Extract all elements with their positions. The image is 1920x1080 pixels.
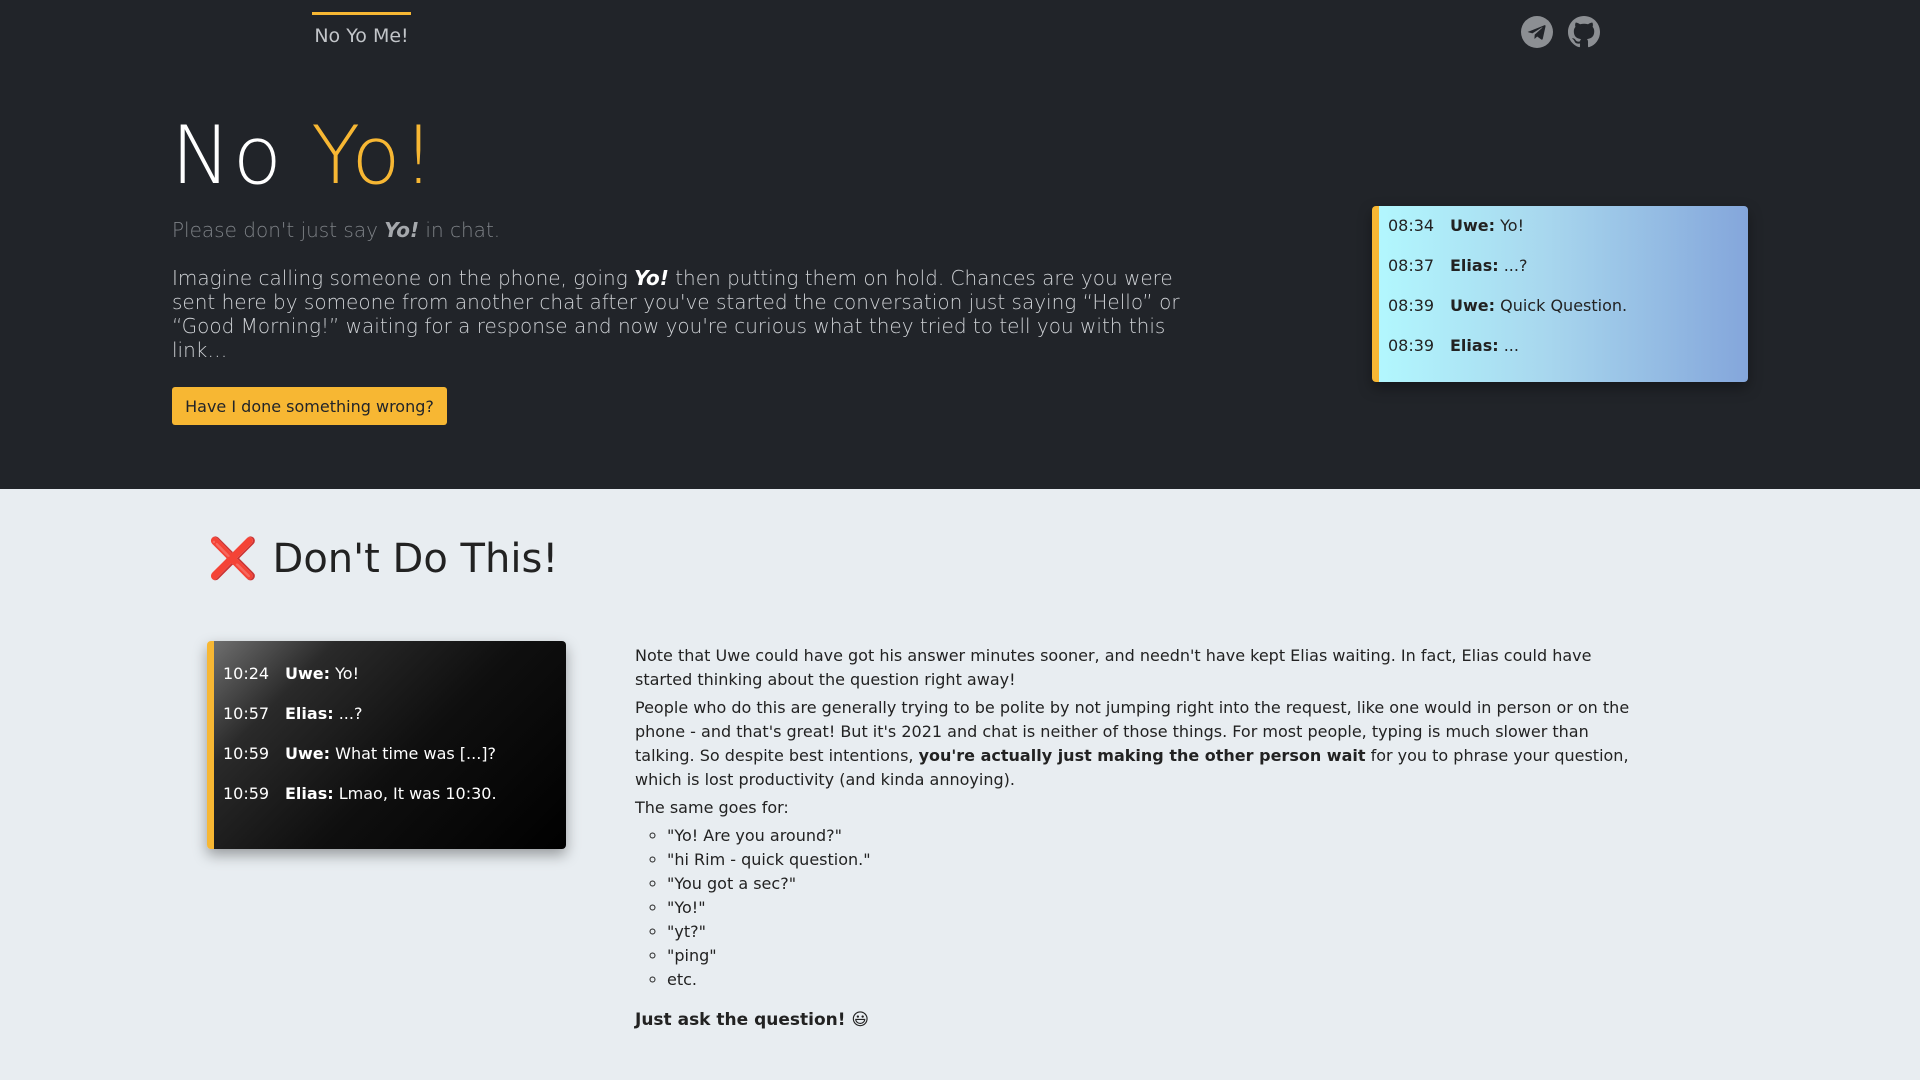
hero-title-accent: Yo! [311,109,437,202]
chat-time: 08:39 [1388,336,1435,355]
done-something-wrong-button[interactable]: Have I done something wrong? [172,387,447,425]
list-item: "Yo! Are you around?" [667,824,1635,848]
chat-text: Lmao, It was 10:30. [338,784,497,803]
list-item: "yt?" [667,920,1635,944]
chat-text: ...? [338,704,363,723]
chat-time: 08:37 [1388,256,1435,275]
chat-message: 08:39 Elias: ... [1388,336,1748,376]
telegram-icon[interactable] [1521,16,1553,48]
cross-mark-icon: ❌ [208,536,258,582]
chat-sender: Elias: [285,784,334,803]
paragraph-answer-sooner: Note that Uwe could have got his answer … [635,646,1592,689]
p2-bold: you're actually just making the other pe… [918,746,1366,765]
chat-message: 10:59 Uwe: What time was [...]? [223,744,566,784]
chat-time: 10:59 [223,744,270,763]
github-icon[interactable] [1568,16,1600,48]
chat-text: ... [1503,336,1519,355]
hero-title: No Yo! [171,112,436,200]
bad-example-chat-card: 10:24 Uwe: Yo! 10:57 Elias: ...? 10:59 Uwe:… [207,641,566,849]
chat-sender: Elias: [285,704,334,723]
chat-message: 10:57 Elias: ...? [223,704,566,744]
chat-time: 08:39 [1388,296,1435,315]
hero-subtitle-em: Yo! [384,218,420,242]
hero-lead-before: Imagine calling someone on the phone, go… [172,266,635,290]
chat-text: Yo! [335,664,359,683]
chat-sender: Uwe: [285,744,331,763]
chat-sender: Elias: [1450,336,1499,355]
greeting-examples-list: "Yo! Are you around?" "hi Rim - quick qu… [635,824,1635,992]
list-item: "You got a sec?" [667,872,1635,896]
hero-subtitle: Please don't just say Yo! in chat. [172,218,500,242]
explanation-content: Note that Uwe could have got his answer … [635,644,1635,1036]
chat-time: 10:24 [223,664,270,683]
hero-lead-em: Yo! [634,266,669,290]
section-title-text: Don't Do This! [272,536,559,582]
chat-text: Quick Question. [1500,296,1628,315]
chat-message: 10:24 Uwe: Yo! [223,664,566,704]
chat-time: 10:57 [223,704,270,723]
chat-message: 10:59 Elias: Lmao, It was 10:30. [223,784,566,824]
just-ask-text: Just ask the question! 😃 [635,1010,870,1030]
list-item: "Yo!" [667,896,1635,920]
chat-text: Yo! [1500,216,1524,235]
paragraph-same-goes-for: The same goes for: [635,798,789,817]
chat-text: What time was [...]? [335,744,497,763]
hero-subtitle-before: Please don't just say [172,218,385,242]
section-title: ❌ Don't Do This! [208,535,558,582]
chat-message: 08:39 Uwe: Quick Question. [1388,296,1748,336]
nav-link-no-yo-me[interactable]: No Yo Me! [312,12,411,47]
chat-sender: Uwe: [1450,296,1496,315]
nav-icons [1521,16,1600,48]
chat-time: 08:34 [1388,216,1435,235]
hero-chat-card: 08:34 Uwe: Yo! 08:37 Elias: ...? 08:39 Uwe:… [1372,206,1748,382]
chat-sender: Uwe: [1450,216,1496,235]
chat-text: ...? [1503,256,1528,275]
hero-section: No Yo Me! No Yo! Please don't just say Y… [0,0,1920,489]
hero-title-plain: No [171,109,312,202]
list-item: "hi Rim - quick question." [667,848,1635,872]
chat-message: 08:34 Uwe: Yo! [1388,216,1748,256]
chat-sender: Uwe: [285,664,331,683]
list-item: etc. [667,968,1635,992]
chat-sender: Elias: [1450,256,1499,275]
hero-lead: Imagine calling someone on the phone, go… [172,266,1192,362]
chat-time: 10:59 [223,784,270,803]
list-item: "ping" [667,944,1635,968]
hero-subtitle-after: in chat. [419,218,501,242]
chat-message: 08:37 Elias: ...? [1388,256,1748,296]
paragraph-politeness: People who do this are generally trying … [635,696,1635,792]
